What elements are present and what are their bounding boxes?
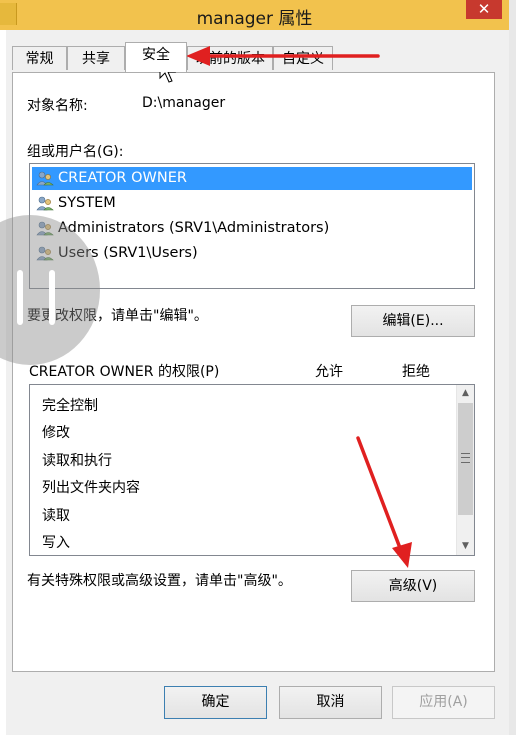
users-icon bbox=[36, 171, 54, 186]
permissions-listbox[interactable]: 完全控制 修改 读取和执行 列出文件夹内容 读取 写入 ▲ ▼ bbox=[29, 384, 475, 556]
tab-general[interactable]: 常规 bbox=[12, 46, 67, 70]
scroll-up-arrow-icon[interactable]: ▲ bbox=[457, 385, 474, 402]
security-panel: 对象名称: D:\manager 组或用户名(G): CREATOR OWNER bbox=[12, 72, 495, 672]
grip-icon bbox=[461, 453, 470, 463]
close-button[interactable]: ✕ bbox=[466, 0, 502, 19]
permission-item: 修改 bbox=[42, 425, 70, 441]
window-title: manager 属性 bbox=[196, 9, 313, 29]
user-users[interactable]: Users (SRV1\Users) bbox=[32, 242, 472, 265]
watermark-mark bbox=[17, 270, 23, 325]
edit-button[interactable]: 编辑(E)... bbox=[351, 305, 475, 337]
permission-item: 写入 bbox=[42, 535, 70, 551]
deny-column-header: 拒绝 bbox=[402, 364, 430, 380]
tab-previous-versions[interactable]: 以前的版本 bbox=[187, 46, 273, 70]
advanced-hint: 有关特殊权限或高级设置，请单击"高级"。 bbox=[27, 573, 292, 589]
scroll-thumb[interactable] bbox=[458, 403, 473, 515]
tab-customize[interactable]: 自定义 bbox=[273, 46, 333, 70]
tab-strip: 常规 共享 安全 以前的版本 自定义 bbox=[6, 42, 509, 74]
user-name: Administrators (SRV1\Administrators) bbox=[58, 220, 330, 236]
user-name: SYSTEM bbox=[58, 195, 116, 211]
object-name-value: D:\manager bbox=[142, 95, 226, 111]
watermark-mark bbox=[49, 270, 55, 325]
permission-item: 列出文件夹内容 bbox=[42, 480, 140, 496]
title-bar: manager 属性 ✕ bbox=[0, 0, 509, 30]
users-icon bbox=[36, 196, 54, 211]
user-system[interactable]: SYSTEM bbox=[32, 192, 472, 215]
permission-item: 读取和执行 bbox=[42, 453, 112, 469]
window-edge bbox=[509, 0, 516, 735]
allow-column-header: 允许 bbox=[315, 364, 343, 380]
cancel-button[interactable]: 取消 bbox=[279, 686, 382, 719]
permission-item: 完全控制 bbox=[42, 398, 98, 414]
tab-security[interactable]: 安全 bbox=[125, 42, 187, 72]
tab-sharing[interactable]: 共享 bbox=[67, 46, 125, 70]
apply-button[interactable]: 应用(A) bbox=[392, 686, 495, 719]
user-creator-owner[interactable]: CREATOR OWNER bbox=[32, 167, 472, 190]
properties-window: manager 属性 ✕ 常规 共享 安全 以前的版本 自定义 对象名称: D:… bbox=[0, 0, 516, 735]
advanced-button[interactable]: 高级(V) bbox=[351, 570, 475, 602]
object-name-label: 对象名称: bbox=[27, 98, 88, 114]
scroll-down-arrow-icon[interactable]: ▼ bbox=[457, 538, 474, 555]
user-administrators[interactable]: Administrators (SRV1\Administrators) bbox=[32, 217, 472, 240]
groups-label: 组或用户名(G): bbox=[27, 144, 124, 160]
user-name: CREATOR OWNER bbox=[58, 170, 187, 186]
permission-item: 读取 bbox=[42, 508, 70, 524]
permissions-scrollbar[interactable]: ▲ ▼ bbox=[456, 385, 474, 555]
ok-button[interactable]: 确定 bbox=[164, 686, 267, 719]
permissions-label: CREATOR OWNER 的权限(P) bbox=[29, 364, 220, 380]
